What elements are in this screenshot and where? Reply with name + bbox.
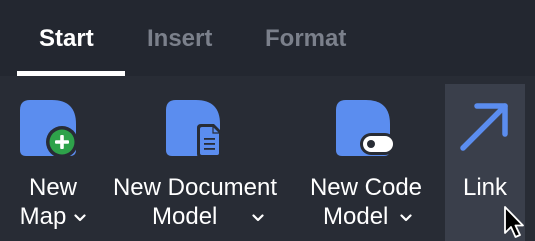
new-document-model-button[interactable]: New Document Model bbox=[100, 76, 290, 241]
new-map-label-line1: New bbox=[28, 174, 77, 201]
ribbon-toolbar: New Map New Document Model New Code Mode… bbox=[0, 76, 535, 241]
new-map-label-line2: Map bbox=[19, 203, 67, 230]
new-document-model-label-line2-wrap: Model bbox=[100, 202, 290, 232]
new-code-model-label-line1: New Code bbox=[309, 174, 423, 201]
tab-start[interactable]: Start bbox=[39, 24, 94, 54]
new-map-button[interactable]: New Map bbox=[8, 76, 98, 241]
arrow-up-right-icon bbox=[460, 103, 508, 151]
new-document-model-label-line2: Model bbox=[152, 203, 218, 230]
new-code-model-label-line2-wrap: Model bbox=[296, 202, 436, 232]
map-add-icon bbox=[20, 100, 78, 158]
chevron-down-icon[interactable] bbox=[252, 214, 264, 222]
new-document-model-label-line1: New Document bbox=[112, 174, 278, 201]
chevron-down-icon[interactable] bbox=[74, 214, 86, 222]
new-code-model-button[interactable]: New Code Model bbox=[296, 76, 436, 241]
chevron-down-icon[interactable] bbox=[400, 214, 412, 222]
tab-format[interactable]: Format bbox=[265, 24, 346, 54]
new-map-label-line2-wrap: Map bbox=[8, 202, 98, 232]
mouse-cursor-icon bbox=[504, 206, 524, 238]
link-label: Link bbox=[462, 174, 508, 201]
document-icon bbox=[166, 100, 222, 158]
code-toggle-icon bbox=[336, 100, 396, 156]
tab-insert[interactable]: Insert bbox=[147, 24, 212, 54]
new-code-model-label-line2: Model bbox=[323, 203, 389, 230]
tab-bar: Start Insert Format bbox=[0, 0, 535, 76]
